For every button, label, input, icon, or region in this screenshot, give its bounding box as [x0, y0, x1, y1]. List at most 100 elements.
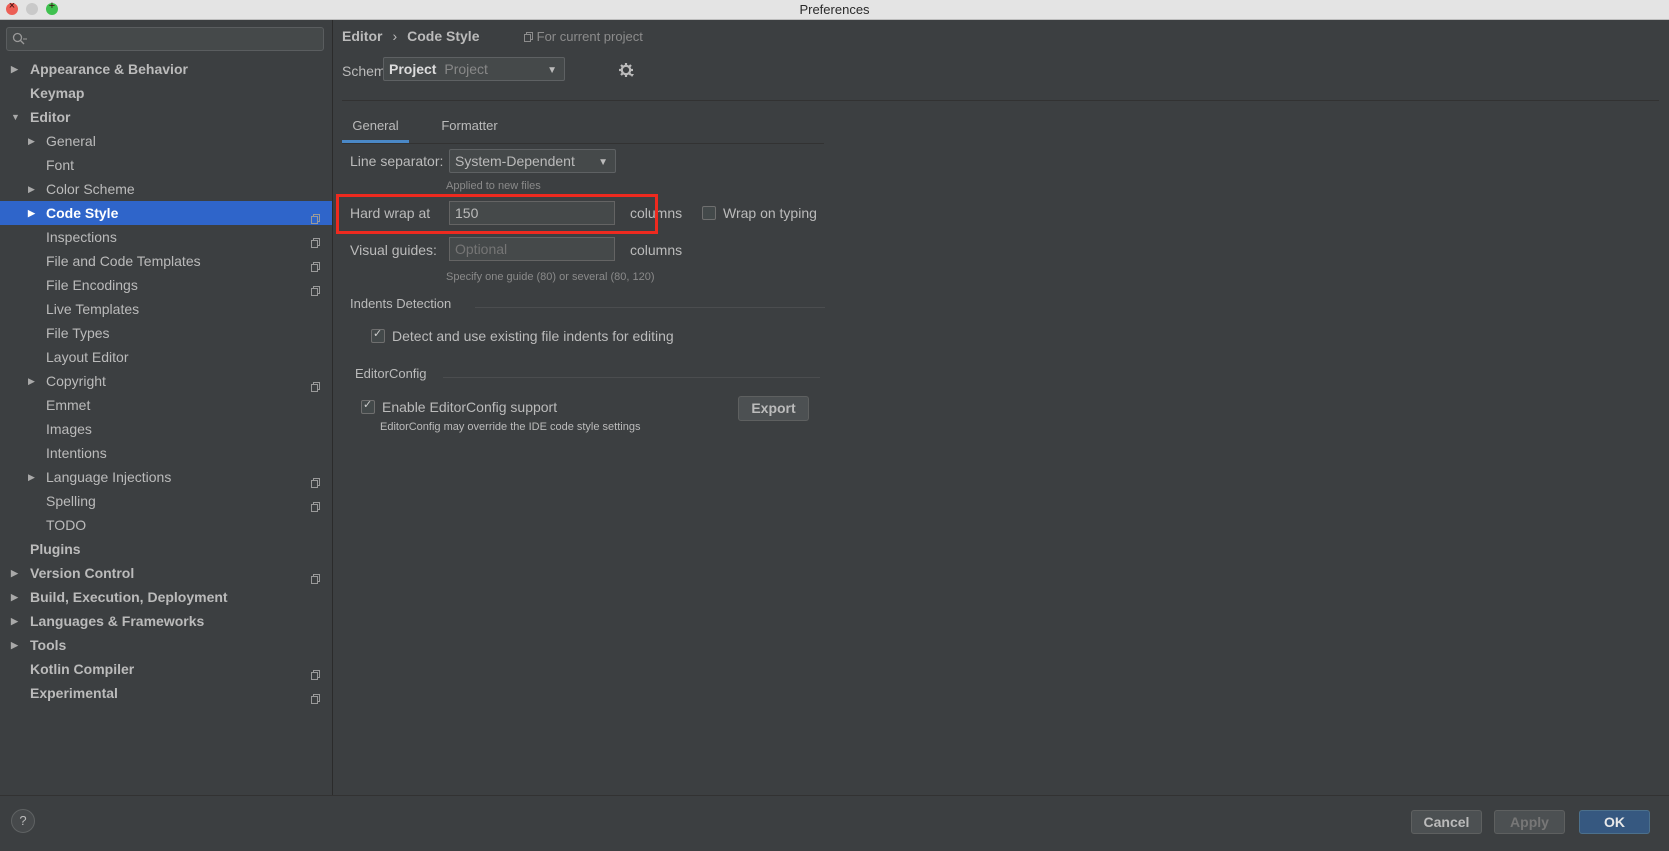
- chevron-right-icon[interactable]: ▶: [28, 369, 35, 393]
- sidebar-item-kotlin-compiler[interactable]: Kotlin Compiler: [0, 657, 332, 681]
- chevron-right-icon[interactable]: ▶: [11, 633, 18, 657]
- sidebar-item-file-types[interactable]: File Types: [0, 321, 332, 345]
- enable-editorconfig-label[interactable]: Enable EditorConfig support: [382, 399, 557, 415]
- sidebar-item-languages-frameworks[interactable]: ▶ Languages & Frameworks: [0, 609, 332, 633]
- hard-wrap-label: Hard wrap at: [350, 205, 431, 221]
- sidebar-item-emmet[interactable]: Emmet: [0, 393, 332, 417]
- sidebar-item-label: Languages & Frameworks: [30, 613, 205, 629]
- sidebar-item-language-injections[interactable]: ▶ Language Injections: [0, 465, 332, 489]
- sidebar-item-label: File and Code Templates: [46, 253, 201, 269]
- wrap-on-typing-label[interactable]: Wrap on typing: [723, 205, 817, 221]
- sidebar-item-intentions[interactable]: Intentions: [0, 441, 332, 465]
- sidebar-item-label: File Types: [46, 325, 110, 341]
- chevron-right-icon[interactable]: ▶: [28, 465, 35, 489]
- sidebar-item-label: Layout Editor: [46, 349, 129, 365]
- project-scope-icon: [311, 231, 320, 248]
- hard-wrap-input[interactable]: [449, 201, 615, 225]
- apply-button[interactable]: Apply: [1494, 810, 1565, 834]
- chevron-right-icon[interactable]: ▶: [11, 609, 18, 633]
- project-scope-icon: [311, 663, 320, 680]
- sidebar-item-file-encodings[interactable]: File Encodings: [0, 273, 332, 297]
- sidebar-item-label: Version Control: [30, 565, 135, 581]
- visual-guides-hint: Specify one guide (80) or several (80, 1…: [446, 271, 655, 283]
- sidebar-item-editor[interactable]: ▼ Editor: [0, 105, 332, 129]
- sidebar-item-label: Code Style: [46, 205, 119, 221]
- sidebar-item-version-control[interactable]: ▶ Version Control: [0, 561, 332, 585]
- tab-general[interactable]: General: [342, 109, 409, 143]
- project-scope-icon: [311, 687, 320, 704]
- wrap-on-typing-checkbox[interactable]: [702, 206, 716, 220]
- detect-indents-checkbox[interactable]: ✓: [371, 328, 385, 343]
- tab-divider: [342, 143, 824, 144]
- sidebar-item-label: Inspections: [46, 229, 117, 245]
- gear-icon[interactable]: [618, 62, 634, 78]
- sidebar-item-plugins[interactable]: Plugins: [0, 537, 332, 561]
- project-scope-icon: [311, 471, 320, 488]
- breadcrumb-editor[interactable]: Editor: [342, 28, 382, 44]
- ok-button[interactable]: OK: [1579, 810, 1650, 834]
- scheme-value-type: Project: [444, 61, 488, 77]
- sidebar-item-color-scheme[interactable]: ▶ Color Scheme: [0, 177, 332, 201]
- cancel-button[interactable]: Cancel: [1411, 810, 1482, 834]
- sidebar-item-images[interactable]: Images: [0, 417, 332, 441]
- hard-wrap-unit: columns: [630, 205, 683, 221]
- sidebar-item-appearance-behavior[interactable]: ▶ Appearance & Behavior: [0, 57, 332, 81]
- sidebar-item-file-and-code-templates[interactable]: File and Code Templates: [0, 249, 332, 273]
- sidebar-item-build-execution-deployment[interactable]: ▶ Build, Execution, Deployment: [0, 585, 332, 609]
- sidebar-item-copyright[interactable]: ▶ Copyright: [0, 369, 332, 393]
- sidebar-item-tools[interactable]: ▶ Tools: [0, 633, 332, 657]
- header-divider: [342, 100, 1659, 101]
- sidebar-item-experimental[interactable]: Experimental: [0, 681, 332, 705]
- line-separator-select[interactable]: System-Dependent ▼: [449, 149, 616, 173]
- chevron-right-icon[interactable]: ▶: [28, 177, 35, 201]
- scheme-select[interactable]: Project Project ▼: [383, 57, 565, 81]
- sidebar-item-label: Intentions: [46, 445, 107, 461]
- settings-content: Editor › Code Style For current project Sc…: [333, 20, 1669, 802]
- help-button[interactable]: ?: [11, 809, 35, 833]
- breadcrumb-code-style: Code Style: [407, 28, 480, 44]
- sidebar-item-inspections[interactable]: Inspections: [0, 225, 332, 249]
- settings-search-input[interactable]: [6, 27, 324, 51]
- export-button[interactable]: Export: [738, 396, 809, 421]
- sidebar-item-code-style[interactable]: ▶ Code Style: [0, 201, 332, 225]
- indents-detection-divider: [475, 307, 825, 308]
- sidebar-item-live-templates[interactable]: Live Templates: [0, 297, 332, 321]
- chevron-right-icon[interactable]: ▶: [28, 129, 35, 153]
- detect-indents-label[interactable]: Detect and use existing file indents for…: [392, 328, 674, 344]
- line-separator-hint: Applied to new files: [446, 180, 541, 192]
- chevron-right-icon[interactable]: ▶: [11, 57, 18, 81]
- sidebar-item-keymap[interactable]: Keymap: [0, 81, 332, 105]
- title-bar: × + Preferences: [0, 0, 1669, 20]
- sidebar-item-label: Color Scheme: [46, 181, 135, 197]
- check-icon: ✓: [363, 399, 373, 411]
- project-scope-label: For current project: [536, 29, 643, 44]
- project-scope-icon: [311, 375, 320, 392]
- sidebar-item-label: Experimental: [30, 685, 118, 701]
- project-scope-icon: [311, 255, 320, 272]
- chevron-right-icon[interactable]: ▶: [28, 201, 35, 225]
- window-title: Preferences: [799, 2, 870, 17]
- tab-formatter-control[interactable]: Formatter Control: [419, 109, 520, 167]
- project-scope-icon: [311, 495, 320, 512]
- sidebar-item-todo[interactable]: TODO: [0, 513, 332, 537]
- breadcrumb-separator: ›: [392, 28, 398, 44]
- chevron-down-icon[interactable]: ▼: [11, 105, 20, 129]
- sidebar-item-font[interactable]: Font: [0, 153, 332, 177]
- visual-guides-label: Visual guides:: [350, 242, 437, 258]
- indents-detection-title: Indents Detection: [350, 296, 452, 311]
- project-scope-hint: For current project: [524, 29, 643, 44]
- sidebar-item-general[interactable]: ▶ General: [0, 129, 332, 153]
- visual-guides-input[interactable]: [449, 237, 615, 261]
- sidebar-item-label: Language Injections: [46, 469, 172, 485]
- sidebar-item-label: Plugins: [30, 541, 81, 557]
- chevron-right-icon[interactable]: ▶: [11, 585, 18, 609]
- sidebar-item-label: File Encodings: [46, 277, 138, 293]
- sidebar-item-label: Keymap: [30, 85, 85, 101]
- enable-editorconfig-checkbox[interactable]: ✓: [361, 399, 375, 414]
- sidebar-item-spelling[interactable]: Spelling: [0, 489, 332, 513]
- sidebar-item-label: Kotlin Compiler: [30, 661, 135, 677]
- chevron-right-icon[interactable]: ▶: [11, 561, 18, 585]
- sidebar-item-label: Font: [46, 157, 75, 173]
- sidebar-item-layout-editor[interactable]: Layout Editor: [0, 345, 332, 369]
- project-scope-icon: [311, 207, 320, 224]
